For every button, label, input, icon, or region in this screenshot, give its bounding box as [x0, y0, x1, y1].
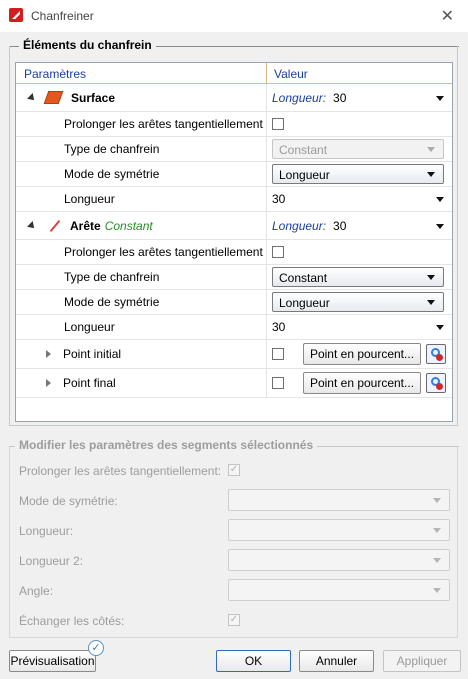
surface-len-label: Longueur: [64, 192, 115, 206]
surface-type-select: Constant: [272, 139, 444, 159]
arete-mode: Constant: [104, 218, 153, 233]
surface-type-row: Type de chanfrein Constant: [16, 137, 452, 162]
arete-value[interactable]: 30: [333, 219, 346, 233]
cancel-button[interactable]: Annuler: [299, 650, 374, 672]
point-final-checkbox[interactable]: [272, 377, 284, 389]
expand-icon[interactable]: [27, 92, 37, 103]
grid-header: Paramètres Valeur: [16, 63, 452, 84]
expand-icon[interactable]: [46, 350, 51, 358]
arete-row[interactable]: Arête Constant Longueur: 30: [16, 212, 452, 240]
chevron-down-icon: [433, 588, 441, 593]
modify-len-label: Longueur:: [19, 524, 74, 538]
arete-sym-label: Mode de symétrie: [64, 295, 160, 309]
arete-label: Arête: [70, 218, 101, 233]
chevron-down-icon[interactable]: [427, 275, 435, 280]
modify-sym-select: [228, 489, 450, 511]
surface-row[interactable]: Surface Longueur: 30: [16, 84, 452, 112]
arete-sym-row: Mode de symétrie Longueur: [16, 290, 452, 315]
pick-point-icon[interactable]: [426, 373, 446, 393]
chevron-down-icon[interactable]: [436, 325, 444, 330]
arete-type-label: Type de chanfrein: [64, 270, 160, 284]
expand-icon[interactable]: [27, 220, 37, 231]
arete-sym-select[interactable]: Longueur: [272, 292, 444, 312]
arete-prolonger-checkbox[interactable]: [272, 246, 284, 258]
chevron-down-icon: [433, 558, 441, 563]
arete-len-row: Longueur 30: [16, 315, 452, 340]
modify-prolonger-checkbox: ✓: [228, 464, 240, 476]
modify-swap-label: Échanger les côtés:: [19, 614, 125, 628]
chevron-down-icon[interactable]: [436, 95, 444, 101]
arete-len-value[interactable]: 30: [272, 320, 285, 334]
surface-prolonger-checkbox[interactable]: [272, 118, 284, 130]
point-final-percent-button[interactable]: Point en pourcent...: [303, 372, 421, 394]
point-initial-label: Point initial: [63, 347, 122, 361]
point-final-row: Point final Point en pourcent...: [16, 369, 452, 398]
modify-len2-select: [228, 549, 450, 571]
surface-value[interactable]: 30: [333, 91, 346, 105]
chevron-down-icon[interactable]: [436, 197, 444, 202]
surface-prolonger-label: Prolonger les arêtes tangentiellement: [64, 117, 263, 131]
check-badge-icon: ✓: [88, 640, 104, 656]
modify-swap-checkbox: ✓: [228, 614, 240, 626]
arete-prolonger-row: Prolonger les arêtes tangentiellement: [16, 240, 452, 265]
col-header-valeur: Valeur: [274, 67, 308, 81]
modify-prolonger-label: Prolonger les arêtes tangentiellement:: [19, 464, 222, 478]
chevron-down-icon: [433, 498, 441, 503]
point-initial-percent-button[interactable]: Point en pourcent...: [303, 343, 421, 365]
arete-type-row: Type de chanfrein Constant: [16, 265, 452, 290]
app-logo-icon: [9, 8, 23, 22]
arete-len-label: Longueur: [64, 320, 115, 334]
chevron-down-icon: [427, 147, 435, 152]
expand-icon[interactable]: [46, 379, 51, 387]
parameters-grid: Paramètres Valeur Surface Longueur: 30 P…: [15, 62, 453, 422]
surface-len-value[interactable]: 30: [272, 192, 285, 206]
chevron-down-icon[interactable]: [427, 300, 435, 305]
surface-sym-select[interactable]: Longueur: [272, 164, 444, 184]
arete-type-select[interactable]: Constant: [272, 267, 444, 287]
surface-type-label: Type de chanfrein: [64, 142, 160, 156]
modify-angle-label: Angle:: [19, 584, 54, 598]
surface-prolonger-row: Prolonger les arêtes tangentiellement: [16, 112, 452, 137]
title-bar: Chanfreiner ✕: [0, 0, 468, 32]
point-initial-row: Point initial Point en pourcent...: [16, 340, 452, 369]
chevron-down-icon[interactable]: [436, 223, 444, 229]
modify-len2-label: Longueur 2:: [19, 554, 84, 568]
arete-prolonger-label: Prolonger les arêtes tangentiellement: [64, 245, 263, 259]
arete-value-label: Longueur:: [272, 218, 327, 233]
col-header-parametres: Paramètres: [24, 67, 87, 81]
close-icon[interactable]: ✕: [441, 6, 454, 26]
surface-label: Surface: [71, 90, 116, 105]
surface-len-row: Longueur 30: [16, 187, 452, 212]
apply-button: Appliquer: [383, 650, 461, 672]
surface-sym-row: Mode de symétrie Longueur: [16, 162, 452, 187]
modify-group-title: Modifier les paramètres des segments sél…: [15, 438, 318, 452]
modify-angle-select: [228, 579, 450, 601]
chevron-down-icon: [433, 528, 441, 533]
chevron-down-icon[interactable]: [427, 172, 435, 177]
ok-button[interactable]: OK: [216, 650, 291, 672]
edge-icon: [49, 219, 61, 232]
modify-len-select: [228, 519, 450, 541]
window-title: Chanfreiner: [31, 9, 94, 23]
surface-sym-label: Mode de symétrie: [64, 167, 160, 181]
surface-value-label: Longueur:: [272, 90, 327, 105]
modify-sym-label: Mode de symétrie:: [19, 494, 118, 508]
pick-point-icon[interactable]: [426, 344, 446, 364]
point-final-label: Point final: [63, 376, 116, 390]
surface-icon: [43, 91, 64, 104]
point-initial-checkbox[interactable]: [272, 348, 284, 360]
preview-button[interactable]: Prévisualisation: [9, 650, 96, 672]
